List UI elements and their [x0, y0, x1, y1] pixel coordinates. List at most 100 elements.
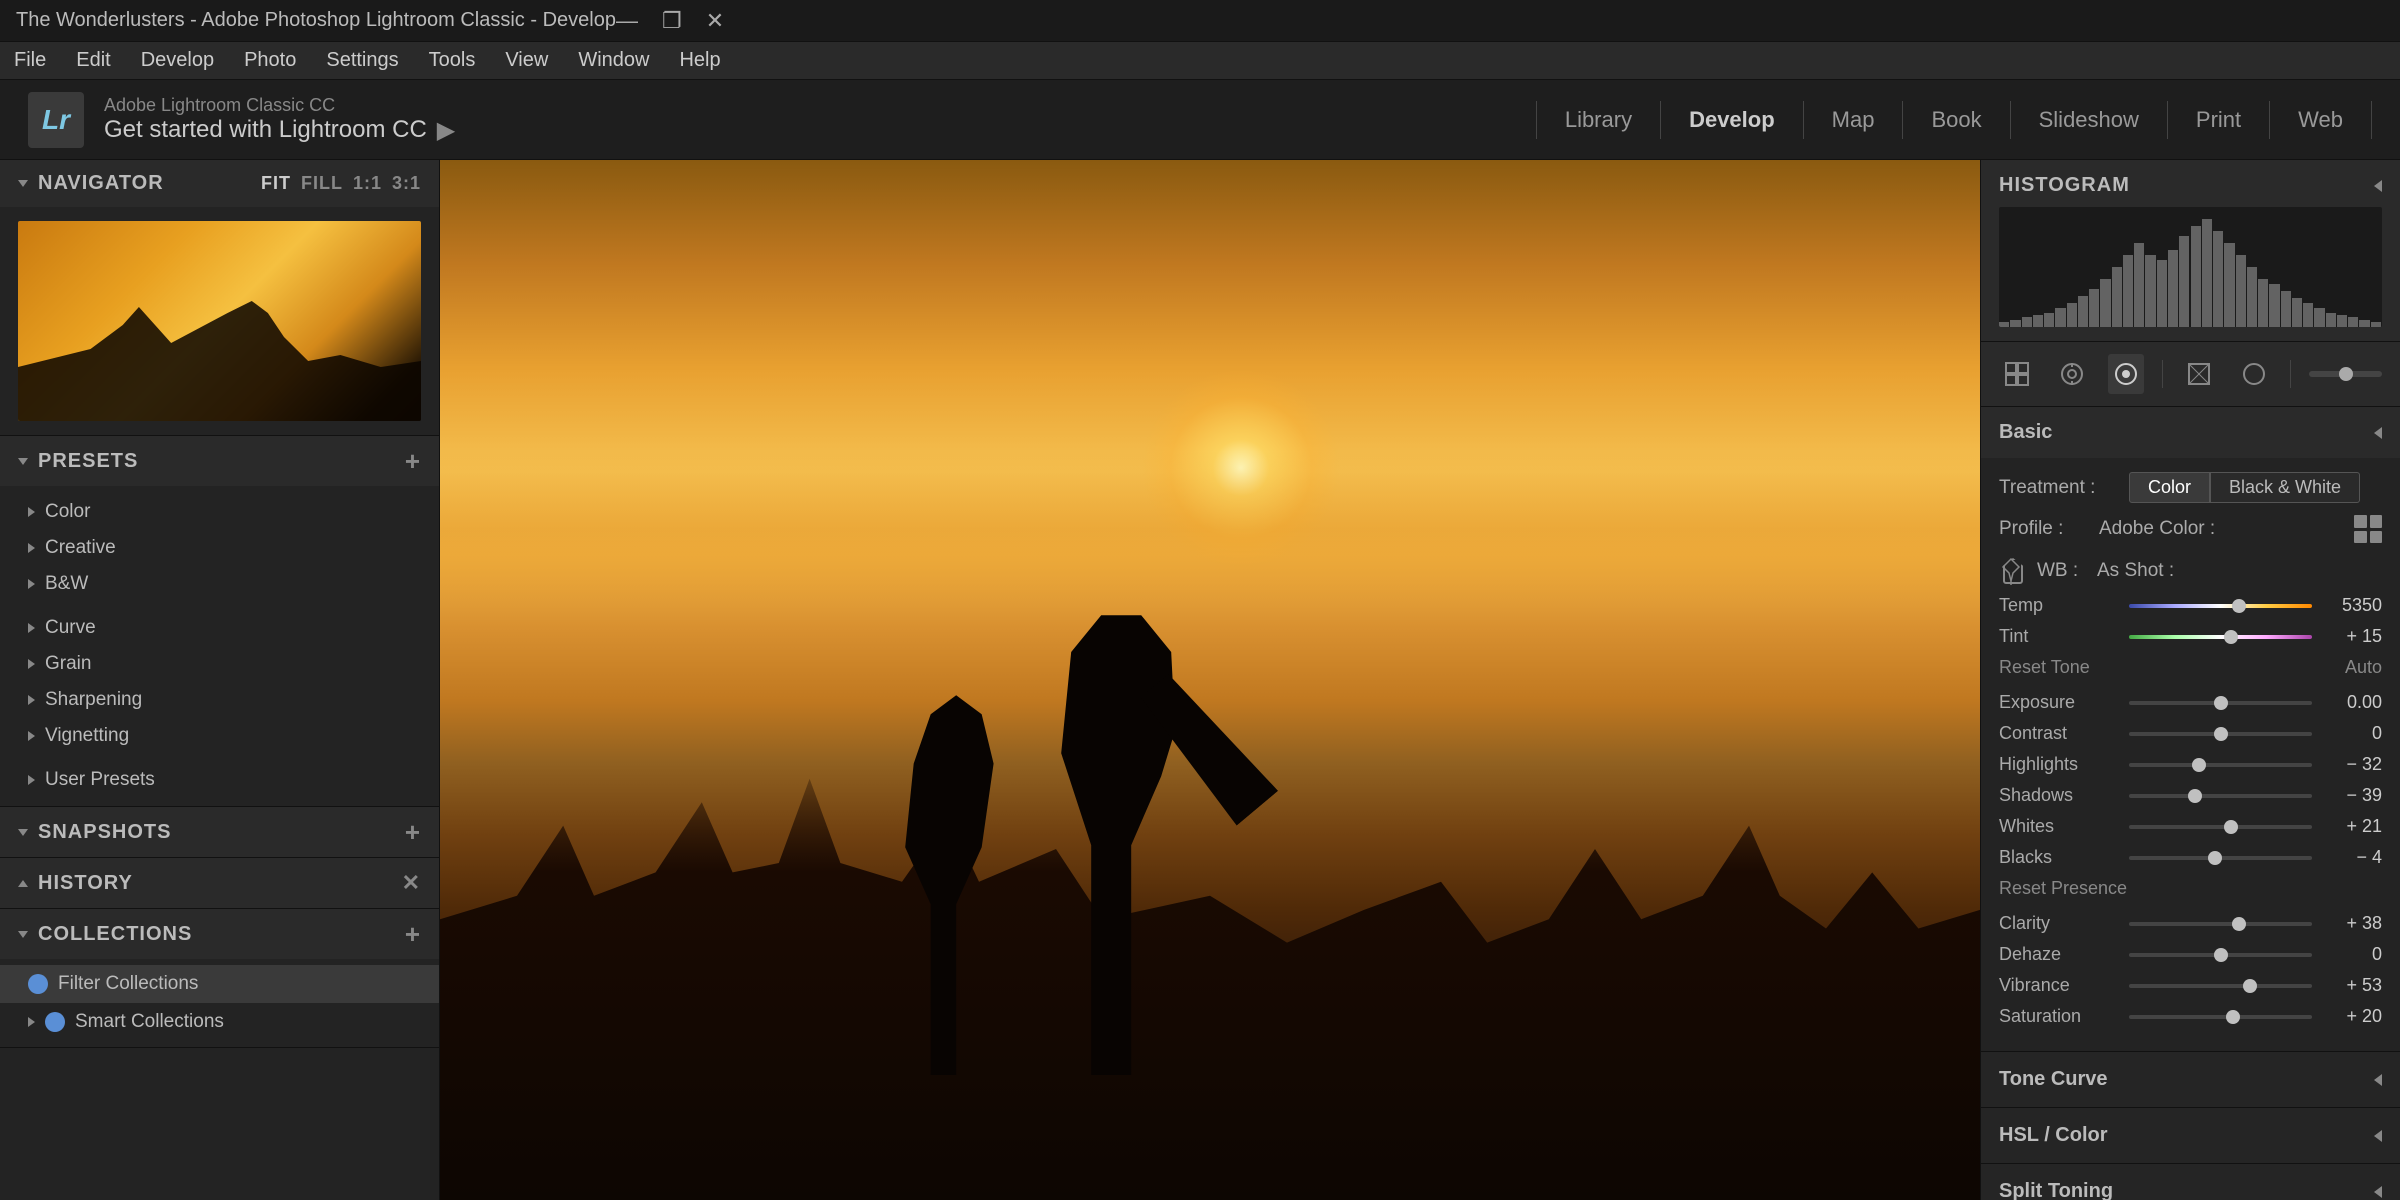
treatment-color-button[interactable]: Color — [2129, 472, 2210, 503]
window-controls[interactable]: — ❐ ✕ — [616, 8, 724, 34]
collection-filter[interactable]: Filter Collections — [0, 965, 439, 1003]
treatment-bw-button[interactable]: Black & White — [2210, 472, 2360, 503]
blacks-slider[interactable] — [2129, 856, 2312, 860]
preset-curve[interactable]: Curve — [0, 610, 439, 646]
wb-value[interactable]: As Shot : — [2097, 560, 2382, 582]
histogram-collapse[interactable] — [2374, 180, 2382, 192]
preset-grain[interactable]: Grain — [0, 646, 439, 682]
collections-list: Filter Collections Smart Collections — [0, 959, 439, 1047]
snapshots-add-button[interactable]: + — [405, 819, 421, 845]
menu-tools[interactable]: Tools — [429, 49, 476, 72]
module-book[interactable]: Book — [1903, 101, 2010, 139]
eye-tool-button[interactable] — [2236, 354, 2272, 394]
main-layout: Navigator FIT FILL 1:1 3:1 Presets + — [0, 160, 2400, 1200]
history-close-button[interactable]: ✕ — [402, 870, 421, 896]
tool-separator-2 — [2290, 360, 2291, 388]
preset-user[interactable]: User Presets — [0, 762, 439, 798]
clarity-label: Clarity — [1999, 913, 2119, 934]
tone-curve-icon — [2374, 1074, 2382, 1086]
reset-presence-button[interactable]: Reset Presence — [1999, 878, 2127, 899]
exposure-slider[interactable] — [2129, 701, 2312, 705]
navigator-preview — [0, 207, 439, 435]
saturation-slider[interactable] — [2129, 1015, 2312, 1019]
navigator-header[interactable]: Navigator FIT FILL 1:1 3:1 — [0, 160, 439, 207]
preset-sharpening[interactable]: Sharpening — [0, 682, 439, 718]
module-print[interactable]: Print — [2168, 101, 2270, 139]
reset-tone-row: Reset Tone Auto — [1999, 657, 2382, 678]
highlights-slider[interactable] — [2129, 763, 2312, 767]
menu-file[interactable]: File — [14, 49, 46, 72]
saturation-row: Saturation + 20 — [1999, 1006, 2382, 1027]
temp-slider[interactable] — [2129, 604, 2312, 608]
basic-title: Basic — [1999, 421, 2052, 444]
nav-fit[interactable]: FIT — [261, 173, 291, 194]
module-develop[interactable]: Develop — [1661, 101, 1804, 139]
preset-sharpening-arrow — [28, 695, 35, 705]
reset-tone-button[interactable]: Reset Tone — [1999, 657, 2090, 678]
history-header[interactable]: History ✕ — [0, 858, 439, 908]
vibrance-slider[interactable] — [2129, 984, 2312, 988]
heal-icon — [2186, 361, 2212, 387]
snapshots-header[interactable]: Snapshots + — [0, 807, 439, 857]
whites-slider[interactable] — [2129, 825, 2312, 829]
preset-bw[interactable]: B&W — [0, 566, 439, 602]
hsl-color-section[interactable]: HSL / Color — [1981, 1108, 2400, 1164]
profile-grid-icon[interactable] — [2354, 515, 2382, 543]
heal-tool-button[interactable] — [2181, 354, 2217, 394]
nav-fill[interactable]: FILL — [301, 173, 343, 194]
restore-button[interactable]: ❐ — [662, 8, 682, 34]
exposure-row: Exposure 0.00 — [1999, 692, 2382, 713]
dehaze-slider[interactable] — [2129, 953, 2312, 957]
vibrance-slider-knob — [2243, 979, 2257, 993]
workflow-arrow[interactable]: ▶ — [437, 116, 455, 145]
wb-eyedropper-icon[interactable] — [1999, 557, 2027, 585]
target-tool-button[interactable] — [2108, 354, 2144, 394]
grid-tool-button[interactable] — [1999, 354, 2035, 394]
tint-slider[interactable] — [2129, 635, 2312, 639]
module-library[interactable]: Library — [1536, 101, 1661, 139]
menu-view[interactable]: View — [505, 49, 548, 72]
figure-left-silhouette — [871, 695, 1041, 1075]
menu-edit[interactable]: Edit — [76, 49, 110, 72]
preset-grain-label: Grain — [45, 653, 419, 675]
contrast-slider[interactable] — [2129, 732, 2312, 736]
module-slideshow[interactable]: Slideshow — [2011, 101, 2168, 139]
preset-color[interactable]: Color — [0, 494, 439, 530]
collection-smart[interactable]: Smart Collections — [0, 1003, 439, 1041]
split-toning-section[interactable]: Split Toning — [1981, 1164, 2400, 1200]
exposure-slider-knob — [2214, 696, 2228, 710]
basic-header[interactable]: Basic — [1981, 407, 2400, 458]
split-toning-label: Split Toning — [1999, 1180, 2374, 1200]
nav-3-1[interactable]: 3:1 — [392, 173, 421, 194]
menu-develop[interactable]: Develop — [141, 49, 214, 72]
presets-title: Presets — [38, 450, 405, 473]
crop-tool-button[interactable] — [2053, 354, 2089, 394]
clarity-slider[interactable] — [2129, 922, 2312, 926]
wb-label: WB : — [2037, 560, 2097, 582]
menu-photo[interactable]: Photo — [244, 49, 296, 72]
collections-header[interactable]: Collections + — [0, 909, 439, 959]
close-button[interactable]: ✕ — [706, 8, 724, 34]
nav-1-1[interactable]: 1:1 — [353, 173, 382, 194]
tool-slider[interactable] — [2309, 371, 2382, 377]
menu-window[interactable]: Window — [578, 49, 649, 72]
menu-settings[interactable]: Settings — [326, 49, 398, 72]
blacks-row: Blacks − 4 — [1999, 847, 2382, 868]
preset-vignetting[interactable]: Vignetting — [0, 718, 439, 754]
module-map[interactable]: Map — [1804, 101, 1904, 139]
profile-value[interactable]: Adobe Color : — [2099, 518, 2354, 540]
presets-add-button[interactable]: + — [405, 448, 421, 474]
menu-help[interactable]: Help — [679, 49, 720, 72]
preset-creative[interactable]: Creative — [0, 530, 439, 566]
shadows-slider[interactable] — [2129, 794, 2312, 798]
minimize-button[interactable]: — — [616, 8, 638, 34]
smart-collections-arrow — [28, 1017, 35, 1027]
navigator-title: Navigator — [38, 172, 261, 195]
collections-add-button[interactable]: + — [405, 921, 421, 947]
tone-curve-section[interactable]: Tone Curve — [1981, 1052, 2400, 1108]
header: Lr Adobe Lightroom Classic CC Get starte… — [0, 80, 2400, 160]
presets-header[interactable]: Presets + — [0, 436, 439, 486]
module-web[interactable]: Web — [2270, 101, 2372, 139]
tint-label: Tint — [1999, 626, 2119, 647]
auto-tone-button[interactable]: Auto — [2345, 657, 2382, 678]
